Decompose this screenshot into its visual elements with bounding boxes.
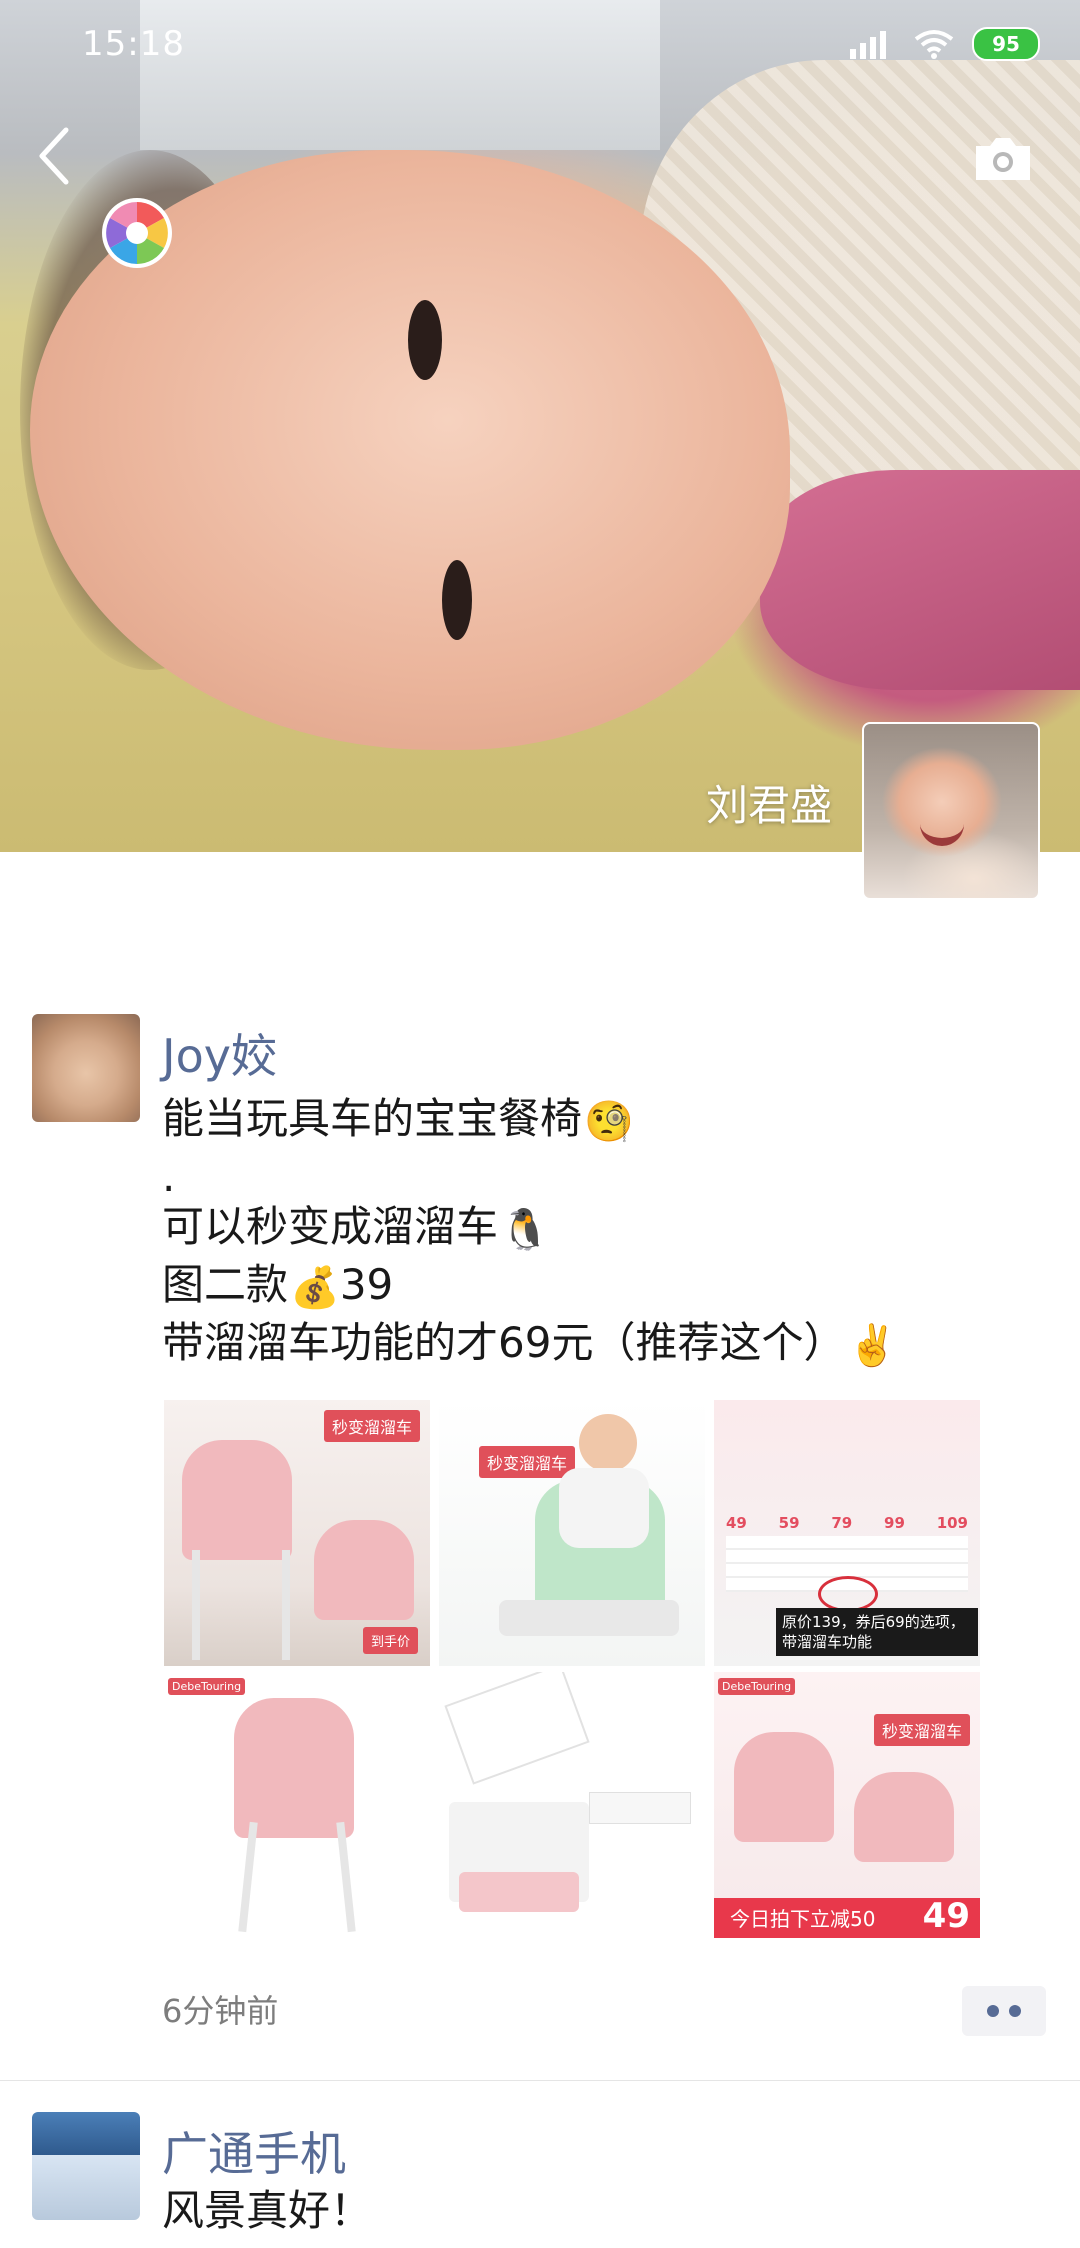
photo-label: 到手价 (362, 1627, 418, 1654)
chair-base (499, 1600, 679, 1636)
battery-level: 95 (992, 32, 1020, 56)
chair-image (182, 1440, 292, 1560)
photo-label: DebeTouring (718, 1678, 796, 1695)
profile-avatar[interactable] (862, 722, 1040, 900)
post-timestamp: 6分钟前 (162, 1992, 279, 2030)
signal-icon (850, 31, 886, 59)
chair-tray (589, 1792, 691, 1824)
chair-image (734, 1732, 834, 1842)
post-text: . (162, 1152, 176, 1201)
wifi-icon (914, 30, 954, 59)
post-text-line: 带溜溜车功能的才69元（推荐这个）✌️ (162, 1314, 897, 1375)
chair-tray (444, 1672, 590, 1785)
price: 79 (831, 1514, 853, 1532)
cover-username: 刘君盛 (705, 781, 832, 830)
chair-leg (192, 1550, 200, 1660)
chair-leg (282, 1550, 290, 1660)
post-avatar[interactable] (32, 1014, 140, 1122)
post-author-name[interactable]: Joy姣 (162, 1020, 277, 1086)
promo-price: 49 (922, 1896, 970, 1936)
cover-pink-cloth (760, 470, 1080, 690)
shutter-icon[interactable] (100, 196, 174, 270)
victory-hand-icon: ✌️ (847, 1322, 898, 1369)
post-text: 能当玩具车的宝宝餐椅 (162, 1094, 583, 1143)
chair-image (854, 1772, 954, 1862)
cover-window (140, 0, 660, 150)
more-button[interactable] (962, 1986, 1046, 2036)
baby-image (579, 1414, 637, 1472)
chair-leg (238, 1821, 258, 1933)
moments-page: 15:18 95 刘君盛 Joy姣 能当玩具车的宝宝餐椅🧐 . 可以秒变成溜溜车… (0, 0, 1080, 2248)
post-text: 图二款 (162, 1260, 289, 1309)
chair-seat (459, 1872, 579, 1912)
photo-label: DebeTouring (168, 1678, 246, 1695)
post-text: 可以秒变成溜溜车 (162, 1202, 499, 1251)
photo-thumbnail[interactable]: 49 59 79 99 109 原价139，券后69的选项，带溜溜车功能 (714, 1400, 980, 1666)
post-text-line: 图二款💰39 (162, 1256, 393, 1317)
photo-label: 秒变溜溜车 (323, 1410, 420, 1442)
avatar-smile (920, 820, 964, 846)
price: 59 (778, 1514, 800, 1532)
post-avatar[interactable] (32, 2112, 140, 2220)
back-icon[interactable] (34, 126, 74, 186)
promo-text: 今日拍下立减50 (730, 1907, 876, 1931)
post-text: 带溜溜车功能的才69元（推荐这个） (162, 1318, 846, 1367)
post-text: 39 (339, 1260, 394, 1309)
penguin-icon: 🐧 (500, 1206, 550, 1253)
chair-image (314, 1520, 414, 1620)
photo-thumbnail[interactable] (439, 1672, 705, 1938)
price-row: 49 59 79 99 109 (726, 1514, 968, 1532)
post-text-line: 可以秒变成溜溜车🐧 (162, 1198, 550, 1259)
photo-grid: 秒变溜溜车 到手价 秒变溜溜车 49 59 79 99 109 原价139，券后… (164, 1400, 984, 1938)
photo-thumbnail[interactable]: DebeTouring (164, 1672, 430, 1938)
baby-image (559, 1468, 649, 1548)
chair-image (234, 1698, 354, 1838)
photo-caption: 原价139，券后69的选项，带溜溜车功能 (776, 1608, 978, 1656)
photo-label: 秒变溜溜车 (479, 1446, 576, 1478)
price: 99 (884, 1514, 905, 1532)
photo-thumbnail[interactable]: 秒变溜溜车 到手价 (164, 1400, 430, 1666)
post-text-line: 风景真好！ (162, 2182, 372, 2240)
post-text: 风景真好！ (162, 2186, 373, 2235)
circle-mark (818, 1576, 878, 1612)
status-icons: 95 (850, 24, 1040, 64)
photo-thumbnail[interactable]: 秒变溜溜车 (439, 1400, 705, 1666)
post-author-name[interactable]: 广通手机 (162, 2118, 346, 2184)
photo-label: 秒变溜溜车 (873, 1714, 970, 1746)
dot-icon (1009, 2005, 1021, 2017)
cover-eye (442, 560, 472, 640)
price: 109 (936, 1514, 968, 1532)
emoji-icon: 🧐 (584, 1098, 634, 1145)
chair-leg (336, 1821, 356, 1933)
post-divider (0, 2080, 1080, 2081)
post-text-line: 能当玩具车的宝宝餐椅🧐 (162, 1090, 634, 1151)
camera-icon[interactable] (972, 134, 1034, 182)
dot-icon (987, 2005, 999, 2017)
status-time: 15:18 (82, 24, 185, 64)
cover-eye (408, 300, 442, 380)
price: 49 (726, 1514, 747, 1532)
battery-icon: 95 (972, 27, 1040, 61)
photo-thumbnail[interactable]: DebeTouring 秒变溜溜车 今日拍下立减50 49 (714, 1672, 980, 1938)
money-bag-icon: 💰 (290, 1264, 340, 1311)
